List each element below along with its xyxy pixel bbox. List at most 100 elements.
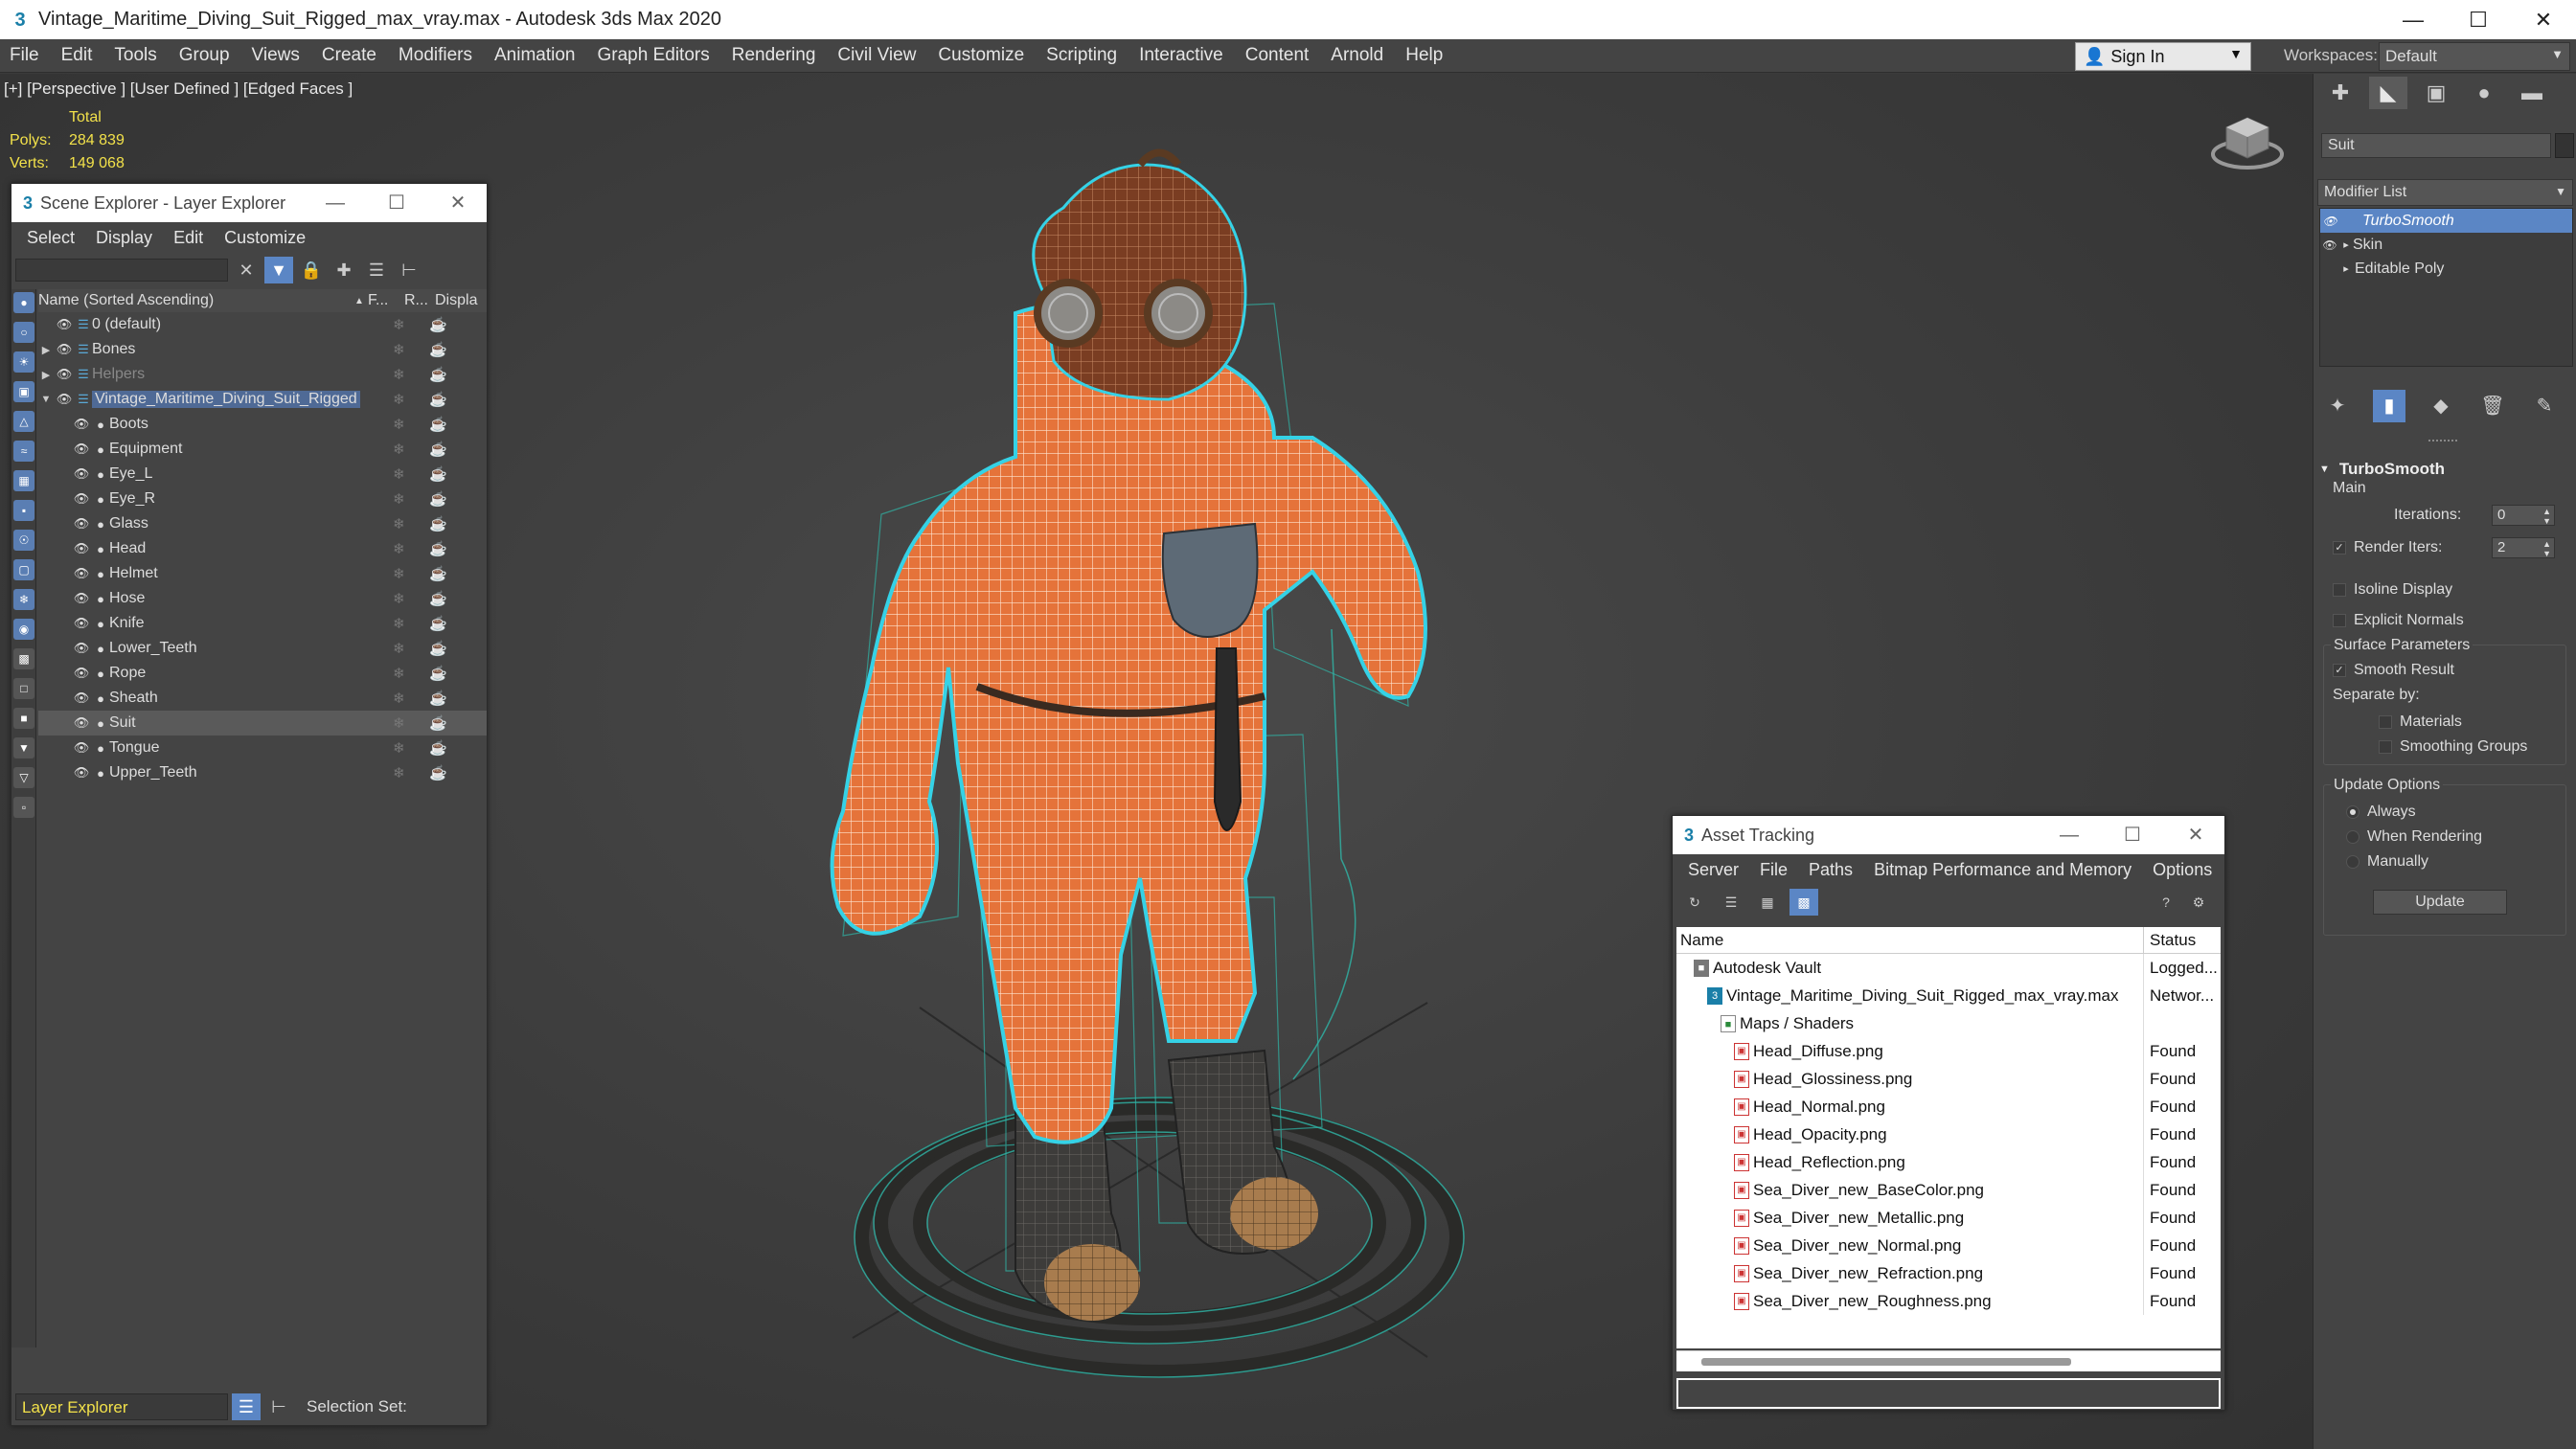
menu-help[interactable]: Help: [1396, 45, 1455, 66]
visibility-eye-icon[interactable]: 👁: [54, 392, 75, 407]
scene-tree-row[interactable]: 👁 ● Boots ❄ ☕: [38, 412, 487, 437]
renderable-teapot-icon[interactable]: ☕: [429, 441, 447, 458]
scene-tree-row[interactable]: 👁 ● Suit ❄ ☕: [38, 711, 487, 736]
menu-arnold[interactable]: Arnold: [1321, 45, 1396, 66]
minimize-icon[interactable]: —: [307, 184, 364, 222]
scene-tree-row[interactable]: 👁 ● Sheath ❄ ☕: [38, 686, 487, 711]
render-iters-spinner[interactable]: 2 ▲ ▼: [2492, 537, 2555, 558]
freeze-snowflake-icon[interactable]: ❄: [393, 540, 405, 557]
make-unique-icon[interactable]: ◆: [2425, 390, 2457, 422]
filter-containers-icon[interactable]: ▢: [13, 559, 34, 580]
scene-tree-row[interactable]: 👁 ● Upper_Teeth ❄ ☕: [38, 760, 487, 785]
renderable-teapot-icon[interactable]: ☕: [429, 316, 447, 333]
scene-tree-row[interactable]: 👁 ● Knife ❄ ☕: [38, 611, 487, 636]
pin-stack-icon[interactable]: ✦: [2321, 390, 2354, 422]
freeze-snowflake-icon[interactable]: ❄: [393, 490, 405, 508]
visibility-eye-icon[interactable]: 👁: [71, 765, 92, 781]
scene-tree-row[interactable]: ▼ 👁 ☰ Vintage_Maritime_Diving_Suit_Rigged ❄ ☕: [38, 387, 487, 412]
scrollbar-thumb[interactable]: [1701, 1358, 2071, 1366]
renderable-teapot-icon[interactable]: ☕: [429, 590, 447, 607]
freeze-snowflake-icon[interactable]: ❄: [393, 341, 405, 358]
expand-arrow-icon[interactable]: ▼: [38, 394, 54, 405]
at-menu-bitmap-performance[interactable]: Bitmap Performance and Memory: [1864, 860, 2143, 880]
filter-geometry-icon[interactable]: ●: [13, 292, 34, 313]
asset-row[interactable]: 3 Vintage_Maritime_Diving_Suit_Rigged_max…: [1676, 982, 2221, 1009]
asset-row[interactable]: ▣ Head_Normal.png Found: [1676, 1093, 2221, 1121]
renderable-teapot-icon[interactable]: ☕: [429, 739, 447, 757]
renderable-teapot-icon[interactable]: ☕: [429, 565, 447, 582]
freeze-snowflake-icon[interactable]: ❄: [393, 615, 405, 632]
asset-column-status[interactable]: Status: [2144, 931, 2196, 950]
se-menu-select[interactable]: Select: [17, 228, 86, 248]
funnel-icon[interactable]: ▼: [13, 737, 34, 758]
layers-icon[interactable]: ☰: [362, 257, 391, 283]
scene-tree-row[interactable]: 👁 ● Equipment ❄ ☕: [38, 437, 487, 462]
menu-interactive[interactable]: Interactive: [1129, 45, 1236, 66]
column-frozen[interactable]: F...: [368, 292, 404, 309]
menu-modifiers[interactable]: Modifiers: [389, 45, 485, 66]
menu-scripting[interactable]: Scripting: [1037, 45, 1129, 66]
renderable-teapot-icon[interactable]: ☕: [429, 540, 447, 557]
visibility-eye-icon[interactable]: 👁: [71, 441, 92, 457]
asset-row[interactable]: ■ Maps / Shaders: [1676, 1009, 2221, 1037]
scene-tree-row[interactable]: 👁 ● Helmet ❄ ☕: [38, 561, 487, 586]
refresh-icon[interactable]: ↻: [1680, 889, 1709, 916]
maximize-icon[interactable]: ☐: [368, 184, 425, 222]
table-view-icon[interactable]: ▦: [1753, 889, 1782, 916]
asset-row[interactable]: ■ Autodesk Vault Logged...: [1676, 954, 2221, 982]
at-menu-paths[interactable]: Paths: [1799, 860, 1864, 880]
filter-hidden-icon[interactable]: ◉: [13, 619, 34, 640]
freeze-snowflake-icon[interactable]: ❄: [393, 739, 405, 757]
filter-lights-icon[interactable]: ☀: [13, 351, 34, 373]
visibility-eye-icon[interactable]: 👁: [71, 541, 92, 556]
visibility-eye-icon[interactable]: 👁: [71, 516, 92, 532]
workspace-select[interactable]: Default ▼: [2379, 42, 2570, 71]
modifier-list-dropdown[interactable]: Modifier List ▼: [2317, 179, 2573, 206]
hierarchy-tab-icon[interactable]: ▣: [2417, 77, 2455, 109]
asset-row[interactable]: ▣ Sea_Diver_new_Metallic.png Found: [1676, 1204, 2221, 1232]
visibility-eye-icon[interactable]: 👁: [54, 367, 75, 382]
add-layer-icon[interactable]: ✚: [330, 257, 358, 283]
render-iters-checkbox[interactable]: ✓ Render Iters:: [2333, 539, 2442, 556]
menu-graph-editors[interactable]: Graph Editors: [588, 45, 722, 66]
scene-tree-row[interactable]: 👁 ● Rope ❄ ☕: [38, 661, 487, 686]
renderable-teapot-icon[interactable]: ☕: [429, 764, 447, 781]
renderable-teapot-icon[interactable]: ☕: [429, 714, 447, 732]
expand-arrow-icon[interactable]: ▸: [2339, 262, 2353, 275]
display-tab-icon[interactable]: ▬: [2513, 77, 2551, 109]
menu-civil-view[interactable]: Civil View: [828, 45, 928, 66]
explorer-name-field[interactable]: Layer Explorer: [15, 1393, 228, 1420]
asset-column-name[interactable]: Name: [1676, 926, 2144, 954]
panel-splitter[interactable]: [2428, 440, 2457, 443]
visibility-eye-icon[interactable]: 👁: [71, 740, 92, 756]
isoline-display-checkbox[interactable]: Isoline Display: [2333, 581, 2452, 599]
lock-icon[interactable]: 🔒: [297, 257, 326, 283]
display-none-icon[interactable]: □: [13, 678, 34, 699]
expand-arrow-icon[interactable]: ▶: [38, 369, 54, 381]
object-color-swatch[interactable]: [2555, 133, 2574, 158]
smoothing-groups-checkbox[interactable]: Smoothing Groups: [2379, 738, 2527, 756]
modifier-stack-item[interactable]: 👁 TurboSmooth: [2320, 209, 2572, 233]
visibility-eye-icon[interactable]: 👁: [71, 641, 92, 656]
asset-row[interactable]: ▣ Head_Glossiness.png Found: [1676, 1065, 2221, 1093]
visibility-eye-icon[interactable]: 👁: [71, 715, 92, 731]
menu-edit[interactable]: Edit: [52, 45, 105, 66]
renderable-teapot-icon[interactable]: ☕: [429, 640, 447, 657]
se-menu-display[interactable]: Display: [86, 228, 164, 248]
freeze-snowflake-icon[interactable]: ❄: [393, 565, 405, 582]
filter-shapes-icon[interactable]: ○: [13, 322, 34, 343]
smooth-result-checkbox[interactable]: ✓ Smooth Result: [2333, 662, 2454, 679]
visibility-eye-icon[interactable]: 👁: [54, 317, 75, 332]
visibility-eye-icon[interactable]: 👁: [71, 591, 92, 606]
bucket-icon[interactable]: ▫: [13, 797, 34, 818]
filter-icon[interactable]: ▼: [264, 257, 293, 283]
manually-radio[interactable]: Manually: [2346, 853, 2428, 871]
renderable-teapot-icon[interactable]: ☕: [429, 690, 447, 707]
menu-create[interactable]: Create: [312, 45, 389, 66]
column-name[interactable]: Name (Sorted Ascending): [38, 292, 354, 309]
invert-display-icon[interactable]: ■: [13, 708, 34, 729]
asset-row[interactable]: ▣ Head_Diffuse.png Found: [1676, 1037, 2221, 1065]
filter-helpers-icon[interactable]: △: [13, 411, 34, 432]
renderable-teapot-icon[interactable]: ☕: [429, 465, 447, 483]
freeze-snowflake-icon[interactable]: ❄: [393, 316, 405, 333]
